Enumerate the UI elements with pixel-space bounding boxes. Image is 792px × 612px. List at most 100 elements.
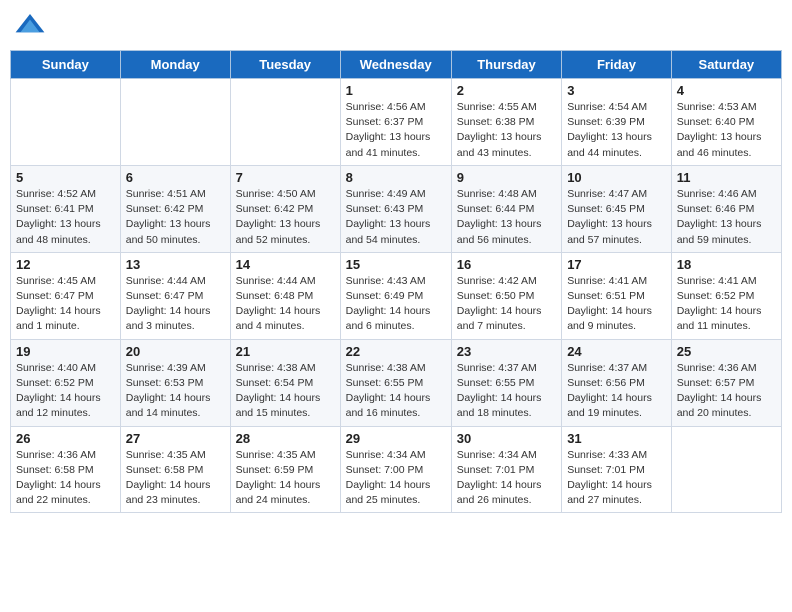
day-info: Sunrise: 4:44 AMSunset: 6:48 PMDaylight:… [236, 274, 335, 335]
day-number: 1 [346, 83, 446, 98]
calendar-cell [230, 79, 340, 166]
day-info: Sunrise: 4:36 AMSunset: 6:58 PMDaylight:… [16, 448, 115, 509]
logo [14, 10, 50, 42]
day-number: 21 [236, 344, 335, 359]
calendar-cell: 4 Sunrise: 4:53 AMSunset: 6:40 PMDaylight… [671, 79, 781, 166]
day-info: Sunrise: 4:37 AMSunset: 6:55 PMDaylight:… [457, 361, 556, 422]
day-number: 23 [457, 344, 556, 359]
calendar-cell: 16 Sunrise: 4:42 AMSunset: 6:50 PMDayligh… [451, 252, 561, 339]
day-info: Sunrise: 4:35 AMSunset: 6:58 PMDaylight:… [126, 448, 225, 509]
day-number: 28 [236, 431, 335, 446]
day-info: Sunrise: 4:49 AMSunset: 6:43 PMDaylight:… [346, 187, 446, 248]
day-number: 2 [457, 83, 556, 98]
day-number: 8 [346, 170, 446, 185]
calendar-cell: 15 Sunrise: 4:43 AMSunset: 6:49 PMDayligh… [340, 252, 451, 339]
day-number: 11 [677, 170, 776, 185]
calendar-cell [671, 426, 781, 513]
day-info: Sunrise: 4:38 AMSunset: 6:54 PMDaylight:… [236, 361, 335, 422]
calendar-week-4: 19 Sunrise: 4:40 AMSunset: 6:52 PMDayligh… [11, 339, 782, 426]
day-info: Sunrise: 4:41 AMSunset: 6:51 PMDaylight:… [567, 274, 666, 335]
day-header-wednesday: Wednesday [340, 51, 451, 79]
calendar-week-2: 5 Sunrise: 4:52 AMSunset: 6:41 PMDaylight… [11, 165, 782, 252]
calendar-cell [120, 79, 230, 166]
calendar-week-1: 1 Sunrise: 4:56 AMSunset: 6:37 PMDaylight… [11, 79, 782, 166]
day-number: 22 [346, 344, 446, 359]
page-header [10, 10, 782, 42]
calendar-table: SundayMondayTuesdayWednesdayThursdayFrid… [10, 50, 782, 513]
calendar-cell: 27 Sunrise: 4:35 AMSunset: 6:58 PMDayligh… [120, 426, 230, 513]
day-header-friday: Friday [562, 51, 672, 79]
calendar-cell: 2Sunrise: 4:55 AMSunset: 6:38 PMDaylight… [451, 79, 561, 166]
calendar-cell: 28 Sunrise: 4:35 AMSunset: 6:59 PMDayligh… [230, 426, 340, 513]
calendar-cell: 20 Sunrise: 4:39 AMSunset: 6:53 PMDayligh… [120, 339, 230, 426]
day-number: 25 [677, 344, 776, 359]
day-number: 17 [567, 257, 666, 272]
day-info: Sunrise: 4:45 AMSunset: 6:47 PMDaylight:… [16, 274, 115, 335]
calendar-cell: 23 Sunrise: 4:37 AMSunset: 6:55 PMDayligh… [451, 339, 561, 426]
day-info: Sunrise: 4:48 AMSunset: 6:44 PMDaylight:… [457, 187, 556, 248]
calendar-cell: 1 Sunrise: 4:56 AMSunset: 6:37 PMDaylight… [340, 79, 451, 166]
day-number: 29 [346, 431, 446, 446]
day-info: Sunrise: 4:33 AMSunset: 7:01 PMDaylight:… [567, 448, 666, 509]
day-info: Sunrise: 4:43 AMSunset: 6:49 PMDaylight:… [346, 274, 446, 335]
day-header-monday: Monday [120, 51, 230, 79]
day-number: 5 [16, 170, 115, 185]
day-number: 4 [677, 83, 776, 98]
day-number: 3 [567, 83, 666, 98]
calendar-cell: 25 Sunrise: 4:36 AMSunset: 6:57 PMDayligh… [671, 339, 781, 426]
day-number: 15 [346, 257, 446, 272]
calendar-cell: 9 Sunrise: 4:48 AMSunset: 6:44 PMDaylight… [451, 165, 561, 252]
day-info: Sunrise: 4:35 AMSunset: 6:59 PMDaylight:… [236, 448, 335, 509]
day-number: 9 [457, 170, 556, 185]
day-info: Sunrise: 4:39 AMSunset: 6:53 PMDaylight:… [126, 361, 225, 422]
day-number: 20 [126, 344, 225, 359]
calendar-cell [11, 79, 121, 166]
logo-icon [14, 10, 46, 42]
calendar-cell: 10 Sunrise: 4:47 AMSunset: 6:45 PMDayligh… [562, 165, 672, 252]
calendar-cell: 26 Sunrise: 4:36 AMSunset: 6:58 PMDayligh… [11, 426, 121, 513]
day-info: Sunrise: 4:40 AMSunset: 6:52 PMDaylight:… [16, 361, 115, 422]
calendar-cell: 24Sunrise: 4:37 AMSunset: 6:56 PMDayligh… [562, 339, 672, 426]
day-number: 18 [677, 257, 776, 272]
day-number: 27 [126, 431, 225, 446]
day-info: Sunrise: 4:34 AMSunset: 7:01 PMDaylight:… [457, 448, 556, 509]
day-number: 13 [126, 257, 225, 272]
calendar-cell: 7Sunrise: 4:50 AMSunset: 6:42 PMDaylight… [230, 165, 340, 252]
calendar-cell: 8 Sunrise: 4:49 AMSunset: 6:43 PMDaylight… [340, 165, 451, 252]
calendar-week-5: 26 Sunrise: 4:36 AMSunset: 6:58 PMDayligh… [11, 426, 782, 513]
calendar-cell: 30 Sunrise: 4:34 AMSunset: 7:01 PMDayligh… [451, 426, 561, 513]
day-number: 31 [567, 431, 666, 446]
calendar-cell: 11Sunrise: 4:46 AMSunset: 6:46 PMDayligh… [671, 165, 781, 252]
day-number: 7 [236, 170, 335, 185]
day-header-tuesday: Tuesday [230, 51, 340, 79]
day-number: 16 [457, 257, 556, 272]
day-info: Sunrise: 4:36 AMSunset: 6:57 PMDaylight:… [677, 361, 776, 422]
calendar-cell: 29 Sunrise: 4:34 AMSunset: 7:00 PMDayligh… [340, 426, 451, 513]
calendar-cell: 14Sunrise: 4:44 AMSunset: 6:48 PMDayligh… [230, 252, 340, 339]
day-number: 30 [457, 431, 556, 446]
day-number: 10 [567, 170, 666, 185]
calendar-header-row: SundayMondayTuesdayWednesdayThursdayFrid… [11, 51, 782, 79]
day-number: 26 [16, 431, 115, 446]
day-info: Sunrise: 4:54 AMSunset: 6:39 PMDaylight:… [567, 100, 666, 161]
day-info: Sunrise: 4:52 AMSunset: 6:41 PMDaylight:… [16, 187, 115, 248]
calendar-cell: 17 Sunrise: 4:41 AMSunset: 6:51 PMDayligh… [562, 252, 672, 339]
day-info: Sunrise: 4:42 AMSunset: 6:50 PMDaylight:… [457, 274, 556, 335]
calendar-cell: 5 Sunrise: 4:52 AMSunset: 6:41 PMDaylight… [11, 165, 121, 252]
calendar-cell: 12 Sunrise: 4:45 AMSunset: 6:47 PMDayligh… [11, 252, 121, 339]
day-info: Sunrise: 4:56 AMSunset: 6:37 PMDaylight:… [346, 100, 446, 161]
day-header-sunday: Sunday [11, 51, 121, 79]
calendar-cell: 31 Sunrise: 4:33 AMSunset: 7:01 PMDayligh… [562, 426, 672, 513]
day-info: Sunrise: 4:41 AMSunset: 6:52 PMDaylight:… [677, 274, 776, 335]
day-header-thursday: Thursday [451, 51, 561, 79]
day-number: 6 [126, 170, 225, 185]
day-info: Sunrise: 4:34 AMSunset: 7:00 PMDaylight:… [346, 448, 446, 509]
day-info: Sunrise: 4:47 AMSunset: 6:45 PMDaylight:… [567, 187, 666, 248]
calendar-cell: 3 Sunrise: 4:54 AMSunset: 6:39 PMDaylight… [562, 79, 672, 166]
day-number: 19 [16, 344, 115, 359]
calendar-cell: 18 Sunrise: 4:41 AMSunset: 6:52 PMDayligh… [671, 252, 781, 339]
day-info: Sunrise: 4:37 AMSunset: 6:56 PMDaylight:… [567, 361, 666, 422]
day-info: Sunrise: 4:53 AMSunset: 6:40 PMDaylight:… [677, 100, 776, 161]
day-number: 12 [16, 257, 115, 272]
calendar-cell: 22Sunrise: 4:38 AMSunset: 6:55 PMDayligh… [340, 339, 451, 426]
